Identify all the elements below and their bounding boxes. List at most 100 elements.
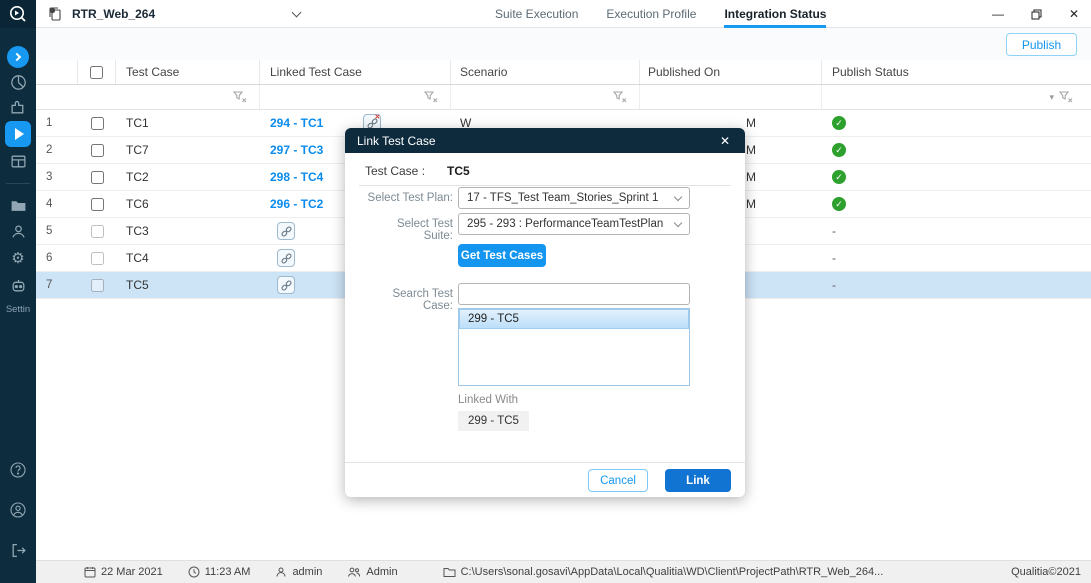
sidebar-item-settings[interactable]: ⚙	[0, 246, 36, 270]
row-checkbox[interactable]	[91, 198, 104, 211]
user-circle-icon	[9, 501, 27, 519]
link-test-case-button[interactable]	[277, 222, 295, 240]
filter-cell-status: ▾	[822, 85, 1091, 109]
publish-button[interactable]: Publish	[1006, 33, 1077, 56]
row-number: 7	[36, 272, 78, 298]
linked-test-case-link[interactable]: 296 - TC2	[270, 197, 323, 211]
column-header-published-on: Published On	[640, 60, 822, 84]
layout-icon	[10, 153, 27, 170]
publish-success-icon: ✓	[832, 170, 846, 184]
sidebar-item-layout[interactable]	[0, 149, 36, 173]
clear-filter-icon[interactable]	[613, 91, 627, 103]
search-test-case-input[interactable]	[458, 283, 690, 305]
dialog-title: Link Test Case	[357, 134, 436, 148]
published-partial-text: M	[746, 116, 756, 130]
check-icon: ✓	[835, 145, 843, 156]
row-checkbox[interactable]	[91, 171, 104, 184]
chevron-right-icon	[13, 53, 21, 61]
project-selector[interactable]: RTR_Web_264	[46, 0, 300, 28]
logout-icon	[10, 542, 27, 559]
clear-filter-icon[interactable]	[424, 91, 438, 103]
filter-dropdown-caret-icon[interactable]: ▾	[1049, 92, 1054, 103]
tab-bar: Suite Execution Execution Profile Integr…	[495, 0, 826, 28]
restore-icon	[1031, 9, 1042, 20]
row-number: 2	[36, 137, 78, 163]
test-case-name: TC5	[116, 272, 260, 298]
status-role: Admin	[347, 566, 397, 578]
get-test-cases-button[interactable]: Get Test Cases	[458, 244, 546, 267]
qualitia-logo	[0, 0, 36, 28]
published-partial-text: M	[746, 170, 756, 184]
link-test-case-button[interactable]	[277, 276, 295, 294]
tab-suite-execution[interactable]: Suite Execution	[495, 0, 578, 28]
test-case-label: Test Case :	[365, 164, 425, 178]
sidebar-item-execution-active[interactable]	[5, 121, 31, 147]
sidebar-item-users[interactable]	[0, 219, 36, 243]
sidebar-expand-button[interactable]	[7, 46, 29, 68]
row-checkbox[interactable]	[91, 117, 104, 130]
clear-filter-icon[interactable]	[233, 91, 247, 103]
tab-integration-status[interactable]: Integration Status	[724, 0, 826, 28]
link-icon	[280, 252, 293, 265]
linked-test-case-link[interactable]: 298 - TC4	[270, 170, 323, 184]
sidebar-item-dashboard[interactable]	[0, 70, 36, 94]
tab-execution-profile[interactable]: Execution Profile	[606, 0, 696, 28]
test-case-name: TC7	[116, 137, 260, 163]
check-icon: ✓	[835, 172, 843, 183]
link-test-case-button[interactable]	[277, 249, 295, 267]
sidebar-divider	[6, 183, 30, 184]
row-checkbox[interactable]	[91, 144, 104, 157]
test-case-line: Test Case :TC5	[365, 164, 470, 178]
linked-test-case-link[interactable]: 297 - TC3	[270, 143, 323, 157]
test-case-name: TC2	[116, 164, 260, 190]
test-case-name: TC4	[116, 245, 260, 271]
column-header-test-case: Test Case	[116, 60, 260, 84]
qualitia-logo-icon	[8, 4, 28, 24]
minimize-button[interactable]: —	[987, 3, 1009, 25]
row-checkbox[interactable]	[91, 279, 104, 292]
test-suite-value: 295 - 293 : PerformanceTeamTestPlan	[467, 218, 663, 230]
row-checkbox[interactable]	[91, 225, 104, 238]
sidebar-item-bot[interactable]	[0, 273, 36, 297]
column-header-linked-test-case: Linked Test Case	[260, 60, 451, 84]
sidebar-item-files[interactable]	[0, 193, 36, 217]
table-filter-row: ▾	[36, 85, 1091, 110]
sidebar-item-modules[interactable]	[0, 95, 36, 119]
dialog-close-icon[interactable]: ✕	[717, 134, 733, 148]
publish-status-empty: -	[832, 251, 836, 265]
close-button[interactable]: ✕	[1063, 3, 1085, 25]
sidebar-item-logout[interactable]	[0, 538, 36, 562]
test-plan-select[interactable]: 17 - TFS_Test Team_Stories_Sprint 1	[458, 187, 690, 209]
puzzle-icon	[10, 99, 27, 116]
row-checkbox[interactable]	[91, 252, 104, 265]
row-number: 1	[36, 110, 78, 136]
listbox-item-selected[interactable]: 299 - TC5	[459, 309, 689, 329]
select-test-suite-label: Select Test Suite:	[365, 218, 453, 242]
check-icon: ✓	[835, 118, 843, 129]
test-case-name: TC1	[116, 110, 260, 136]
chevron-down-icon	[292, 8, 302, 18]
app-window: ⚙ Settin R	[0, 0, 1091, 583]
select-all-checkbox[interactable]	[90, 66, 103, 79]
sidebar-item-profile[interactable]	[0, 498, 36, 522]
linked-with-label: Linked With	[458, 394, 518, 406]
publish-success-icon: ✓	[832, 143, 846, 157]
copyright-text: Qualitia©2021	[1011, 566, 1081, 578]
project-name: RTR_Web_264	[72, 7, 155, 21]
restore-button[interactable]	[1025, 3, 1047, 25]
row-number: 5	[36, 218, 78, 244]
check-icon: ✓	[835, 199, 843, 210]
link-icon	[280, 279, 293, 292]
test-case-listbox: 299 - TC5	[458, 308, 690, 386]
publish-success-icon: ✓	[832, 116, 846, 130]
sidebar-item-help[interactable]	[0, 458, 36, 482]
link-test-case-dialog: Link Test Case ✕ Test Case :TC5 Select T…	[345, 128, 745, 497]
clear-filter-icon[interactable]	[1059, 91, 1073, 103]
link-button[interactable]: Link	[665, 469, 731, 492]
linked-test-case-link[interactable]: 294 - TC1	[270, 116, 323, 130]
sidebar-settings-label: Settin	[0, 304, 36, 315]
cancel-button[interactable]: Cancel	[588, 469, 648, 492]
test-suite-select[interactable]: 295 - 293 : PerformanceTeamTestPlan	[458, 213, 690, 235]
status-user: admin	[275, 566, 322, 578]
delink-x-icon: ✕	[374, 114, 380, 121]
